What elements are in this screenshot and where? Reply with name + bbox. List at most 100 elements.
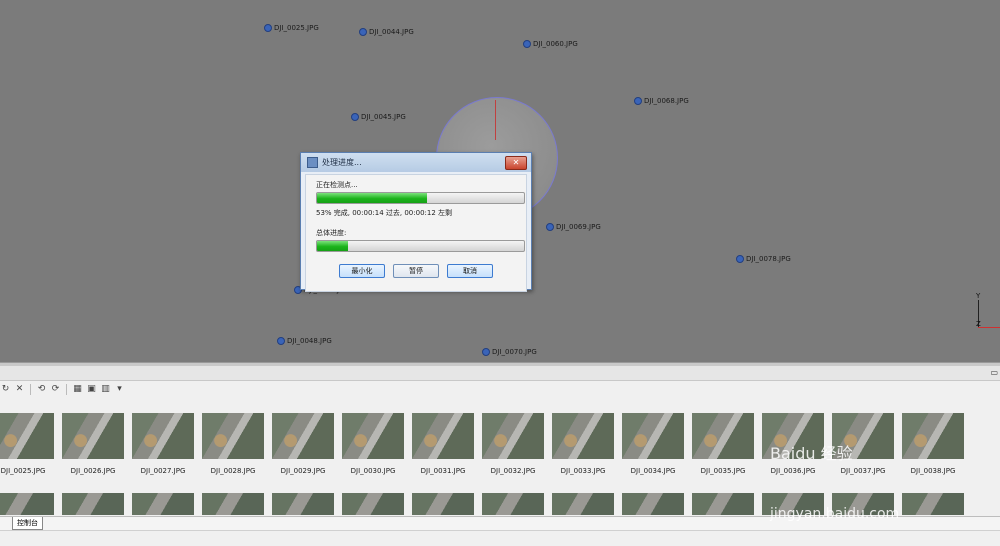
photo-thumbnail[interactable] (552, 493, 614, 515)
photo-thumbnail[interactable] (902, 493, 964, 515)
photo-image (202, 413, 264, 459)
photos-toolbar: ↻ ✕ ⟲ ⟳ ▦ ▣ ▥ ▾ (0, 381, 125, 397)
panel-header (0, 366, 1000, 381)
photo-image (412, 413, 474, 459)
group-icon[interactable]: ▦ (72, 384, 83, 395)
total-progress-fill (317, 241, 349, 251)
photo-image (482, 413, 544, 459)
sphere-axis-line (495, 100, 496, 140)
camera-marker[interactable]: DJI_0048.JPG (277, 337, 332, 345)
app-icon (307, 157, 318, 168)
photo-image (342, 413, 404, 459)
photo-thumbnail[interactable] (412, 493, 474, 515)
photo-image (0, 413, 54, 459)
photo-filename: DJI_0029.JPG (280, 467, 326, 475)
watermark: Baidu 经验 jingyan.baidu.com (770, 440, 899, 522)
dialog-title: 处理进度... (322, 158, 362, 167)
rotate-left-icon[interactable]: ⟲ (36, 384, 47, 395)
close-button[interactable]: ✕ (505, 156, 527, 170)
photo-thumbnail[interactable] (62, 493, 124, 515)
toolbar-separator (66, 383, 67, 395)
photo-thumbnail[interactable]: DJI_0033.JPG (552, 413, 614, 475)
camera-marker[interactable]: DJI_0025.JPG (264, 24, 319, 32)
photo-filename: DJI_0025.JPG (0, 467, 46, 475)
step-progress-bar (316, 192, 525, 204)
tab-console[interactable]: 控制台 (12, 517, 43, 530)
photo-thumbnail[interactable]: DJI_0029.JPG (272, 413, 334, 475)
photo-thumbnail[interactable] (0, 493, 54, 515)
chevron-down-icon[interactable]: ▾ (114, 384, 125, 395)
camera-marker[interactable]: DJI_0045.JPG (351, 113, 406, 121)
photo-thumbnail[interactable]: DJI_0034.JPG (622, 413, 684, 475)
photo-thumbnail[interactable]: DJI_0038.JPG (902, 413, 964, 475)
photo-thumbnail[interactable]: DJI_0026.JPG (62, 413, 124, 475)
photo-thumbnail[interactable]: DJI_0035.JPG (692, 413, 754, 475)
photo-filename: DJI_0028.JPG (210, 467, 256, 475)
photo-image (552, 413, 614, 459)
toolbar-separator (30, 383, 31, 395)
photo-thumbnail[interactable]: DJI_0032.JPG (482, 413, 544, 475)
photo-filename: DJI_0026.JPG (70, 467, 116, 475)
refresh-icon[interactable]: ↻ (0, 384, 11, 395)
step-progress-fill (317, 193, 427, 203)
camera-icon (264, 24, 272, 32)
rotate-right-icon[interactable]: ⟳ (50, 384, 61, 395)
photo-filename: DJI_0033.JPG (560, 467, 606, 475)
delete-icon[interactable]: ✕ (14, 384, 25, 395)
photo-filename: DJI_0031.JPG (420, 467, 466, 475)
photo-filename: DJI_0034.JPG (630, 467, 676, 475)
grid-view-icon[interactable]: ▥ (100, 384, 111, 395)
photo-image (132, 413, 194, 459)
select-icon[interactable]: ▣ (86, 384, 97, 395)
camera-marker[interactable]: DJI_0069.JPG (546, 223, 601, 231)
photo-thumbnail[interactable] (132, 493, 194, 515)
camera-marker[interactable]: DJI_0044.JPG (359, 28, 414, 36)
camera-marker[interactable]: DJI_0068.JPG (634, 97, 689, 105)
photo-filename: DJI_0032.JPG (490, 467, 536, 475)
dialog-titlebar[interactable]: 处理进度... ✕ (301, 153, 531, 172)
photo-thumbnail[interactable] (622, 493, 684, 515)
camera-icon (277, 337, 285, 345)
photo-thumbnail[interactable]: DJI_0025.JPG (0, 413, 54, 475)
restore-icon[interactable]: ▭ (990, 368, 998, 377)
axis-x-line (978, 327, 1000, 328)
watermark-url: jingyan.baidu.com (770, 506, 900, 522)
photo-thumbnail[interactable] (482, 493, 544, 515)
axis-y-label: Y (976, 292, 981, 300)
camera-marker[interactable]: DJI_0078.JPG (736, 255, 791, 263)
photo-image (622, 413, 684, 459)
cancel-button[interactable]: 取消 (447, 264, 493, 278)
photo-thumbnail[interactable]: DJI_0027.JPG (132, 413, 194, 475)
photo-thumbnail[interactable] (202, 493, 264, 515)
photo-filename: DJI_0038.JPG (910, 467, 956, 475)
photo-thumbnail[interactable]: DJI_0030.JPG (342, 413, 404, 475)
photo-filename: DJI_0027.JPG (140, 467, 186, 475)
pause-button[interactable]: 暂停 (393, 264, 439, 278)
photo-filename: DJI_0035.JPG (700, 467, 746, 475)
photo-thumbnail[interactable]: DJI_0028.JPG (202, 413, 264, 475)
minimize-button[interactable]: 最小化 (339, 264, 385, 278)
camera-icon (482, 348, 490, 356)
camera-marker[interactable]: DJI_0060.JPG (523, 40, 578, 48)
photo-thumbnail[interactable] (692, 493, 754, 515)
camera-icon (359, 28, 367, 36)
bottom-strip (0, 530, 1000, 546)
camera-marker[interactable]: DJI_0070.JPG (482, 348, 537, 356)
camera-icon (351, 113, 359, 121)
axis-z-label: Z (976, 320, 981, 328)
photo-image (692, 413, 754, 459)
total-label: 总体进度: (316, 229, 347, 237)
photo-thumbnail[interactable] (342, 493, 404, 515)
photo-thumbnail[interactable] (272, 493, 334, 515)
progress-stats: 53% 完成, 00:00:14 过去, 00:00:12 左剩 (316, 209, 453, 217)
photo-image (62, 413, 124, 459)
progress-dialog: 处理进度... ✕ 正在检测点... 53% 完成, 00:00:14 过去, … (300, 152, 532, 292)
watermark-brand: Baidu 经验 (770, 444, 853, 463)
photo-image (902, 413, 964, 459)
photo-thumbnail[interactable]: DJI_0031.JPG (412, 413, 474, 475)
camera-icon (523, 40, 531, 48)
photo-filename: DJI_0030.JPG (350, 467, 396, 475)
camera-icon (546, 223, 554, 231)
step-label: 正在检测点... (316, 181, 358, 189)
total-progress-bar (316, 240, 525, 252)
